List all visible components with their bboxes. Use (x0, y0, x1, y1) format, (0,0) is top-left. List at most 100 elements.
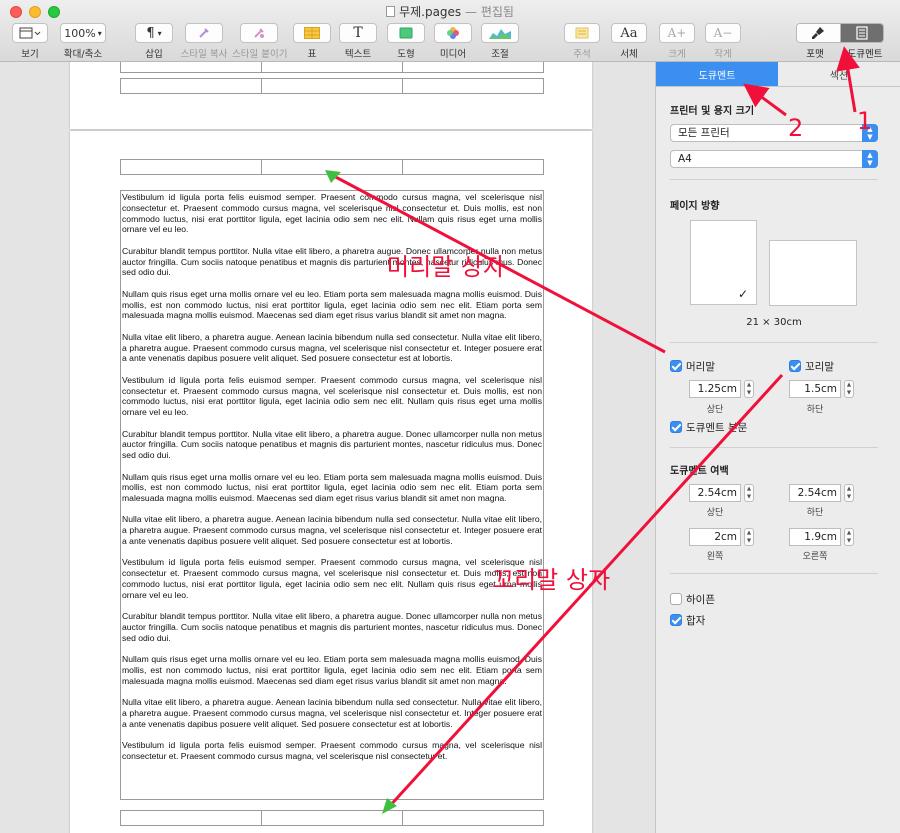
zoom-control[interactable]: 100% ▾ 확대/축소 (58, 23, 108, 60)
toolbar: 무제.pages — 편집됨 보기 100% ▾ 확대/축소 ¶ ▾ 삽입 스타일 … (0, 0, 900, 62)
ligatures-label: 합자 (686, 615, 706, 627)
copy-style-control[interactable] (185, 23, 223, 43)
header-box[interactable] (120, 159, 544, 175)
margin-bottom-label: 하단 (806, 508, 824, 518)
body-paragraph: Vestibulum id ligula porta felis euismod… (122, 557, 542, 600)
shape-label: 도형 (397, 49, 415, 60)
body-paragraph: Nullam quis risus eget urna mollis ornar… (122, 471, 542, 504)
document-canvas[interactable]: Vestibulum id ligula porta felis euismod… (0, 62, 655, 833)
comment-control[interactable] (564, 23, 600, 43)
portrait-option[interactable]: ✓ (690, 220, 757, 305)
margin-right-label: 오른쪽 (802, 552, 828, 562)
margin-left-field[interactable]: 2cm (689, 528, 741, 546)
comment-button[interactable]: 주석 (563, 23, 601, 60)
bigger-label: 크게 (668, 49, 686, 60)
adjust-button[interactable]: 조절 (480, 23, 520, 60)
hyphenation-checkbox[interactable] (670, 593, 682, 605)
ligatures-toggle[interactable]: 합자 (670, 613, 705, 628)
paper-size-select[interactable]: A4 ▲ ▼ (670, 150, 878, 168)
insert-button[interactable]: ¶ ▾ 삽입 (134, 23, 174, 60)
font-control[interactable]: Aa (611, 23, 647, 43)
copy-style-button[interactable]: 스타일 복사 (180, 23, 228, 60)
table-button[interactable]: 표 (292, 23, 332, 60)
insert-control[interactable]: ¶ ▾ (135, 23, 173, 43)
shape-button[interactable]: 도형 (386, 23, 426, 60)
margin-top-field[interactable]: 2.54cm (689, 484, 741, 502)
font-button[interactable]: Aa 서체 (610, 23, 648, 60)
margin-left-stepper[interactable]: ▲ ▼ (744, 528, 754, 546)
text-control[interactable]: T (339, 23, 377, 43)
margin-right-field[interactable]: 1.9cm (789, 528, 841, 546)
header-distance-stepper[interactable]: ▲ ▼ (744, 380, 754, 398)
footer-distance-field[interactable]: 1.5cm (789, 380, 841, 398)
footer-toggle[interactable]: 꼬리말 (789, 359, 834, 374)
font-icon: Aa (620, 25, 638, 41)
media-button[interactable]: 미디어 (433, 23, 473, 60)
document-label: 도큐멘트 (847, 49, 883, 60)
printer-title: 프린터 및 용지 크기 (670, 106, 755, 117)
comment-label: 주석 (573, 49, 591, 60)
paper-value: A4 (678, 153, 692, 165)
paste-style-button[interactable]: 스타일 붙이기 (232, 23, 287, 60)
margin-bottom-stepper[interactable]: ▲ ▼ (844, 484, 854, 502)
zoom-label: 확대/축소 (63, 49, 103, 60)
margins-section: 도큐멘트 여백 (670, 462, 878, 477)
body-paragraph: Nulla vitae elit libero, a pharetra augu… (122, 514, 542, 547)
paste-style-control[interactable] (240, 23, 278, 43)
text-button[interactable]: T 텍스트 (338, 23, 378, 60)
footer-box[interactable] (120, 810, 544, 826)
view-label: 보기 (21, 49, 39, 60)
margin-left-label: 왼쪽 (706, 552, 724, 562)
document-body-toggle[interactable]: 도큐멘트 본문 (670, 420, 747, 435)
view-control[interactable] (12, 23, 48, 43)
insert-label: 삽입 (145, 49, 163, 60)
font-label: 서체 (620, 49, 638, 60)
orientation-size: 21 × 30cm (746, 317, 802, 328)
document-inspector-button[interactable] (839, 24, 883, 42)
ligatures-checkbox[interactable] (670, 614, 682, 626)
paintbrush-icon (812, 27, 825, 39)
smaller-button[interactable]: A− 작게 (704, 23, 742, 60)
header-box-annotation: 머리말 상자 (387, 253, 506, 281)
margin-right-stepper[interactable]: ▲ ▼ (844, 528, 854, 546)
smaller-control[interactable]: A− (705, 23, 741, 43)
footer-checkbox[interactable] (789, 360, 801, 372)
margin-top-stepper[interactable]: ▲ ▼ (744, 484, 754, 502)
view-button[interactable]: 보기 (10, 23, 50, 60)
footer-box-annotation: 꼬리말 상자 (492, 566, 611, 594)
hyphenation-toggle[interactable]: 하이픈 (670, 592, 715, 607)
printer-section: 프린터 및 용지 크기 모든 프린터 ▲ ▼ A4 ▲ ▼ (670, 102, 878, 168)
footer-distance-stepper[interactable]: ▲ ▼ (844, 380, 854, 398)
tab-document[interactable]: 도큐멘트 (656, 62, 778, 86)
media-control[interactable] (434, 23, 472, 43)
orientation-title: 페이지 방향 (670, 201, 720, 212)
header-checkbox[interactable] (670, 360, 682, 372)
margin-bottom-field[interactable]: 2.54cm (789, 484, 841, 502)
page-1-header-table[interactable] (120, 62, 544, 73)
comment-icon (575, 27, 589, 39)
adjust-label: 조절 (491, 49, 509, 60)
pages-window: 무제.pages — 편집됨 보기 100% ▾ 확대/축소 ¶ ▾ 삽입 스타일 … (0, 0, 900, 833)
margin-right: 1.9cm ▲ ▼ (789, 528, 854, 546)
document-body-checkbox[interactable] (670, 421, 682, 433)
table-control[interactable] (293, 23, 331, 43)
bigger-button[interactable]: A+ 크게 (658, 23, 696, 60)
adjust-control[interactable] (481, 23, 519, 43)
margin-top: 2.54cm ▲ ▼ (689, 484, 754, 502)
tab-section[interactable]: 섹션 (778, 62, 900, 86)
printer-select[interactable]: 모든 프린터 ▲ ▼ (670, 124, 878, 142)
eyedropper-icon (199, 28, 209, 38)
chart-icon (489, 29, 511, 39)
shape-control[interactable] (387, 23, 425, 43)
inspector-tabs: 도큐멘트 섹션 (656, 62, 900, 87)
page-1-footer-table[interactable] (120, 78, 544, 94)
format-inspector-button[interactable] (797, 24, 840, 42)
header-distance-field[interactable]: 1.25cm (689, 380, 741, 398)
landscape-option[interactable] (769, 240, 857, 306)
bigger-control[interactable]: A+ (659, 23, 695, 43)
header-toggle[interactable]: 머리말 (670, 359, 715, 374)
chevron-down-icon: ▾ (97, 28, 102, 38)
photos-icon (447, 27, 459, 39)
zoom-select[interactable]: 100% ▾ (60, 23, 106, 43)
edited-status: — 편집됨 (461, 5, 514, 19)
